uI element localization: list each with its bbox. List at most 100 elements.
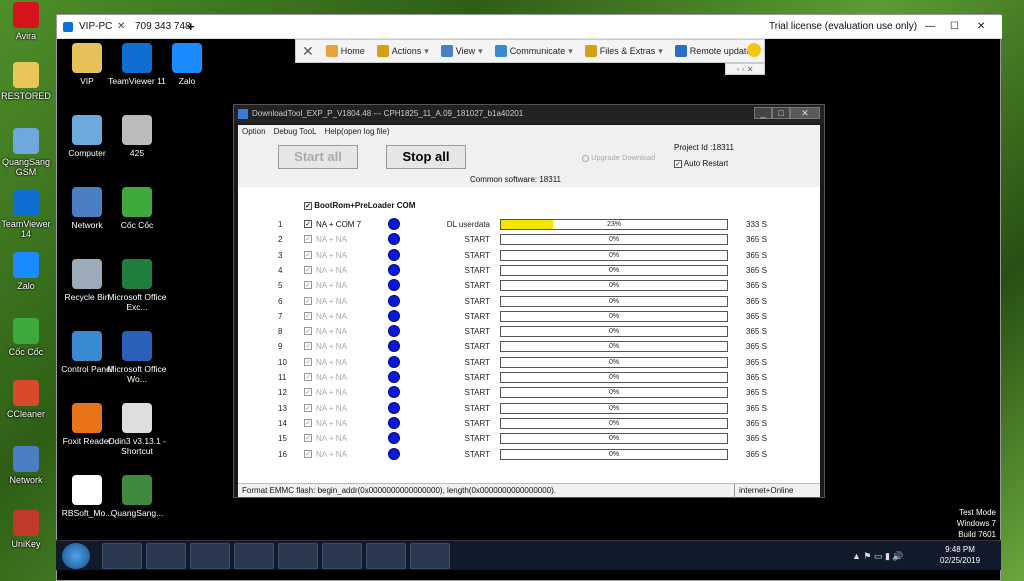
minimize-icon[interactable]: _: [754, 107, 772, 119]
remote-icon-c-c-c-c[interactable]: Cốc Cốc: [107, 187, 167, 230]
menu-help[interactable]: Help(open log file): [325, 125, 390, 139]
upgrade-download-radio[interactable]: Upgrade Download: [582, 153, 655, 162]
toolbar-view[interactable]: View ▾: [435, 39, 489, 63]
row-status: START: [464, 342, 490, 352]
port-checkbox[interactable]: ✓: [304, 418, 312, 427]
row-time: 365 S: [746, 250, 767, 260]
status-bar: Format EMMC flash: begin_addr(0x00000000…: [238, 483, 820, 498]
port-checkbox[interactable]: ✓: [304, 403, 312, 412]
port-checkbox[interactable]: ✓: [304, 281, 312, 290]
preloader-checkbox[interactable]: ✓ BootRom+PreLoader COM: [304, 201, 415, 210]
menu-option[interactable]: Option: [242, 125, 266, 139]
local-icon-c-c-c-c[interactable]: Cốc Cốc: [0, 318, 52, 357]
local-desktop-icons: Avira RESTORED QuangSang GSM TeamViewer 14 Z…: [0, 0, 52, 581]
desktop-app-icon: [13, 190, 39, 216]
stop-all-button[interactable]: Stop all: [386, 145, 466, 169]
port-checkbox[interactable]: ✓: [304, 449, 312, 458]
port-checkbox[interactable]: ✓: [304, 311, 312, 320]
row-status: START: [464, 434, 490, 444]
status-indicator-icon: [388, 218, 400, 230]
connection-status: internet+Online: [734, 484, 793, 498]
tab-close-icon[interactable]: ✕: [117, 15, 125, 39]
row-number: 10: [278, 357, 287, 367]
start-button[interactable]: [62, 543, 90, 569]
port-checkbox[interactable]: ✓: [304, 265, 312, 274]
port-checkbox[interactable]: ✓: [304, 235, 312, 244]
desktop-app-icon: [72, 331, 102, 361]
port-checkbox[interactable]: ✓: [304, 388, 312, 397]
auto-restart-checkbox[interactable]: ✓ Auto Restart: [674, 159, 728, 168]
taskbar-teamviewer-icon[interactable]: [278, 543, 318, 569]
taskbar-coccoc-icon[interactable]: [234, 543, 274, 569]
port-label: NA + NA: [316, 449, 347, 459]
status-indicator-icon: [388, 371, 400, 383]
row-time: 365 S: [746, 342, 767, 352]
local-icon-teamviewer-14[interactable]: TeamViewer 14: [0, 190, 52, 239]
local-icon-ccleaner[interactable]: CCleaner: [0, 380, 52, 419]
row-time: 365 S: [746, 265, 767, 275]
taskbar-media-icon[interactable]: [190, 543, 230, 569]
smiley-icon[interactable]: [747, 43, 761, 57]
toolbar-item-label: Files & Extras: [599, 46, 656, 56]
toolbar-communicate[interactable]: Communicate ▾: [489, 39, 579, 63]
taskbar-explorer-icon[interactable]: [146, 543, 186, 569]
taskbar-ie-icon[interactable]: [102, 543, 142, 569]
close-icon[interactable]: ✕: [790, 107, 820, 119]
port-row: 8 ✓ NA + NA START 0% 365 S: [238, 324, 820, 339]
remote-icon-microsoft-office-exc[interactable]: Microsoft Office Exc...: [107, 259, 167, 312]
taskbar-downloadtool-icon[interactable]: [410, 543, 450, 569]
local-icon-avira[interactable]: Avira: [0, 2, 52, 41]
maximize-icon[interactable]: ☐: [950, 15, 959, 39]
local-icon-quangsang-gsm[interactable]: QuangSang GSM: [0, 128, 52, 177]
port-row: 5 ✓ NA + NA START 0% 365 S: [238, 278, 820, 293]
port-checkbox[interactable]: ✓: [304, 373, 312, 381]
add-tab-icon[interactable]: +: [187, 15, 195, 39]
port-row: 1 ✓ NA + COM 7 DL userdata 23% 333 S: [238, 217, 820, 232]
minimize-icon[interactable]: —: [925, 15, 935, 39]
toolbar-item-label: View: [455, 46, 476, 56]
toolbar-item-icon: [674, 45, 687, 57]
toolbar-item-label: Home: [340, 46, 365, 56]
toolbar-files-extras[interactable]: Files & Extras ▾: [579, 39, 669, 63]
port-checkbox[interactable]: ✓: [304, 250, 312, 259]
local-icon-zalo[interactable]: Zalo: [0, 252, 52, 291]
remote-icon-425[interactable]: 425: [107, 115, 167, 158]
system-clock[interactable]: 9:48 PM 02/25/2019: [940, 544, 980, 566]
maximize-icon[interactable]: □: [772, 107, 790, 119]
remote-icon-zalo[interactable]: Zalo: [157, 43, 217, 86]
toolbar-collapse-controls[interactable]: ▫ ▫ ✕: [725, 63, 765, 75]
port-label: NA + NA: [316, 311, 347, 321]
remote-taskbar: ▲ ⚑ ▭ ▮ 🔊: [56, 540, 1001, 570]
icon-label: Cốc Cốc: [8, 347, 44, 357]
port-checkbox[interactable]: ✓: [304, 296, 312, 305]
tray-icons[interactable]: ▲ ⚑ ▭ ▮ 🔊: [852, 551, 904, 562]
toolbar-actions[interactable]: Actions ▾: [371, 39, 435, 63]
local-icon-restored[interactable]: RESTORED: [0, 62, 52, 101]
taskbar-control-panel-icon[interactable]: [322, 543, 362, 569]
icon-label: UniKey: [11, 539, 41, 549]
port-checkbox[interactable]: ✓: [304, 357, 312, 366]
port-checkbox[interactable]: ✓: [304, 327, 312, 336]
start-all-button[interactable]: Start all: [278, 145, 358, 169]
remote-icon-odin3-v3-13-1-shortcut[interactable]: Odin3 v3.13.1 - Shortcut: [107, 403, 167, 456]
row-time: 365 S: [746, 418, 767, 428]
taskbar-zalo-icon[interactable]: [366, 543, 406, 569]
port-checkbox[interactable]: ✓: [304, 220, 312, 228]
local-icon-unikey[interactable]: UniKey: [0, 510, 52, 549]
tab-709-343-748[interactable]: 709 343 748: [135, 15, 191, 39]
port-checkbox[interactable]: ✓: [304, 434, 312, 443]
remote-icon-quangsang[interactable]: QuangSang...: [107, 475, 167, 518]
progress-percent: 0%: [608, 236, 620, 244]
local-icon-network[interactable]: Network: [0, 446, 52, 485]
progress-bar: 0%: [500, 264, 728, 276]
menu-debug-tool[interactable]: Debug TooL: [274, 125, 317, 139]
toolbar-remote-update[interactable]: Remote update: [669, 39, 758, 63]
port-checkbox[interactable]: ✓: [304, 342, 312, 351]
row-status: START: [464, 265, 490, 275]
row-time: 365 S: [746, 357, 767, 367]
close-window-icon[interactable]: ✕: [977, 15, 985, 39]
toolbar-home[interactable]: Home: [320, 39, 371, 63]
tab-vip-pc[interactable]: VIP-PC: [79, 15, 112, 39]
toolbar-close-icon[interactable]: ✕: [296, 39, 320, 63]
remote-icon-microsoft-office-wo[interactable]: Microsoft Office Wo...: [107, 331, 167, 384]
